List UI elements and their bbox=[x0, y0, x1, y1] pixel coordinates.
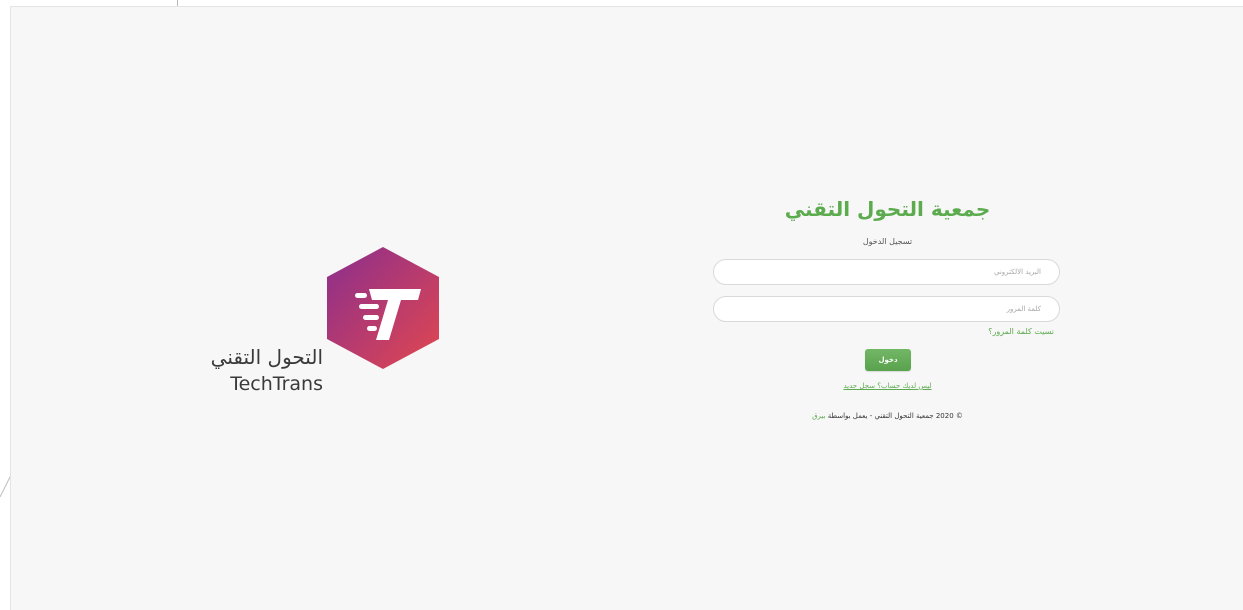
email-field[interactable] bbox=[713, 259, 1060, 285]
page-frame: التحول التقني TechTrans جمعية التحول الت… bbox=[10, 6, 1243, 610]
powered-by-link[interactable]: بيرق bbox=[812, 412, 825, 420]
techtrans-logo-icon bbox=[327, 247, 439, 369]
brand-name-arabic: التحول التقني bbox=[210, 345, 323, 369]
footer-copyright: © 2020 جمعية التحول التقني - يعمل بواسطة bbox=[827, 412, 963, 420]
login-subtitle: تسجيل الدخول bbox=[862, 237, 913, 246]
page-title: جمعية التحول التقني bbox=[784, 197, 991, 221]
login-button[interactable]: دخول bbox=[865, 349, 911, 371]
login-panel: جمعية التحول التقني تسجيل الدخول نسيت كل… bbox=[713, 191, 1062, 431]
footer: © 2020 جمعية التحول التقني - يعمل بواسطة… bbox=[713, 412, 1062, 420]
brand-name-english: TechTrans bbox=[230, 373, 323, 395]
forgot-password-link[interactable]: نسيت كلمة المرور؟ bbox=[988, 327, 1054, 336]
password-field[interactable] bbox=[713, 296, 1060, 322]
register-link[interactable]: ليس لديك حساب؟ سجل جديد bbox=[713, 382, 1062, 390]
brand-logo: التحول التقني TechTrans bbox=[191, 241, 451, 401]
